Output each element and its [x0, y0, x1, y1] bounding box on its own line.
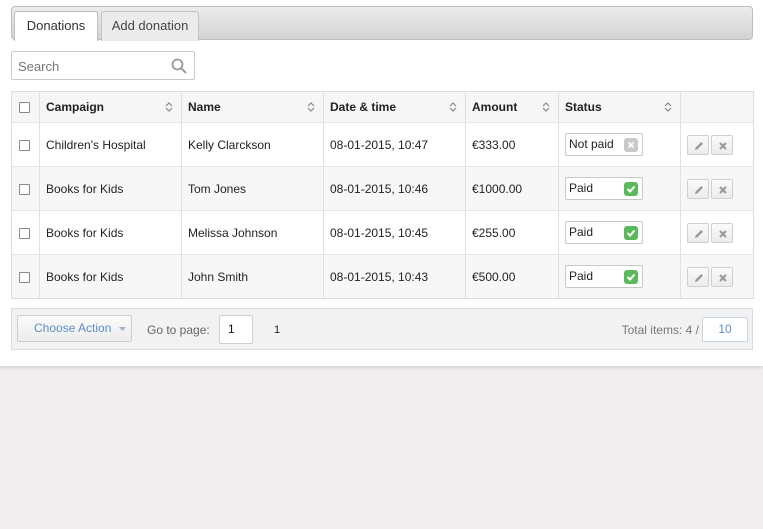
sort-icon[interactable] [542, 101, 550, 113]
row-checkbox[interactable] [19, 183, 30, 195]
cell-name: Tom Jones [181, 166, 324, 211]
choose-action-button[interactable]: Choose Action [17, 315, 132, 342]
total-items-label: Total items: 4 / [621, 323, 699, 337]
status-label: Not paid [569, 137, 614, 151]
status-select[interactable]: Paid [565, 177, 643, 200]
pencil-icon [695, 273, 703, 282]
tab-bar: Donations Add donation [11, 6, 753, 41]
sort-icon[interactable] [449, 101, 457, 113]
cell-datetime: 08-01-2015, 10:47 [323, 122, 466, 167]
cell-datetime: 08-01-2015, 10:45 [323, 210, 466, 255]
delete-button[interactable] [711, 266, 733, 287]
table-row: Books for Kids John Smith 08-01-2015, 10… [11, 254, 754, 299]
cell-name: John Smith [181, 254, 324, 299]
sort-icon[interactable] [307, 101, 315, 113]
table-row: Children's Hospital Kelly Clarckson 08-0… [11, 122, 754, 167]
status-label: Paid [569, 225, 594, 239]
status-label: Paid [569, 181, 594, 195]
cell-campaign: Books for Kids [39, 210, 182, 255]
column-header-actions [681, 92, 754, 123]
sort-icon[interactable] [664, 101, 672, 113]
not-paid-icon [624, 138, 638, 152]
close-icon [719, 185, 727, 194]
edit-button[interactable] [687, 266, 709, 287]
column-header-status[interactable]: Status [558, 91, 681, 123]
status-label: Paid [569, 269, 594, 283]
donations-table: Campaign Name Date & time Amount Status … [11, 91, 754, 299]
chevron-down-icon [119, 327, 126, 331]
page-number-input[interactable]: 1 [219, 315, 253, 344]
cell-campaign: Books for Kids [39, 254, 182, 299]
table-row: Books for Kids Melissa Johnson 08-01-201… [11, 210, 754, 255]
search-icon[interactable] [171, 58, 187, 74]
cell-name: Kelly Clarckson [181, 122, 324, 167]
items-per-page-select[interactable]: 10 [702, 317, 748, 342]
cell-amount: €255.00 [465, 210, 559, 255]
cell-amount: €1000.00 [465, 166, 559, 211]
cell-campaign: Books for Kids [39, 166, 182, 211]
delete-button[interactable] [711, 134, 733, 155]
close-icon [719, 229, 727, 238]
column-header-name[interactable]: Name [181, 91, 324, 123]
table-footer: Choose Action Go to page: 1 1 Total item… [11, 308, 753, 350]
column-header-amount[interactable]: Amount [465, 91, 559, 123]
row-checkbox[interactable] [19, 227, 30, 239]
select-all-cell [11, 91, 40, 123]
search-input[interactable] [18, 58, 168, 74]
cell-amount: €500.00 [465, 254, 559, 299]
sort-icon[interactable] [165, 101, 173, 113]
pencil-icon [695, 229, 703, 238]
edit-button[interactable] [687, 134, 709, 155]
close-icon [719, 141, 727, 150]
row-checkbox[interactable] [19, 271, 30, 283]
column-header-datetime[interactable]: Date & time [323, 91, 466, 123]
status-select[interactable]: Paid [565, 221, 643, 244]
column-label: Amount [472, 100, 518, 114]
table-row: Books for Kids Tom Jones 08-01-2015, 10:… [11, 166, 754, 211]
column-label: Campaign [46, 100, 105, 114]
cell-amount: €333.00 [465, 122, 559, 167]
delete-button[interactable] [711, 178, 733, 199]
status-select[interactable]: Not paid [565, 133, 643, 156]
select-all-checkbox[interactable] [19, 102, 30, 114]
choose-action-label: Choose Action [34, 321, 112, 335]
column-header-campaign[interactable]: Campaign [39, 91, 182, 123]
cell-name: Melissa Johnson [181, 210, 324, 255]
page-link[interactable]: 1 [274, 324, 280, 336]
pencil-icon [695, 141, 703, 150]
cell-campaign: Children's Hospital [39, 122, 182, 167]
column-label: Date & time [330, 100, 397, 114]
search-box [11, 51, 195, 80]
edit-button[interactable] [687, 222, 709, 243]
delete-button[interactable] [711, 222, 733, 243]
tab-add-donation[interactable]: Add donation [101, 11, 199, 41]
tab-donations[interactable]: Donations [14, 11, 98, 41]
row-checkbox[interactable] [19, 139, 30, 151]
goto-page-label: Go to page: [147, 323, 210, 337]
check-icon [624, 182, 638, 196]
cell-datetime: 08-01-2015, 10:43 [323, 254, 466, 299]
column-label: Name [188, 100, 221, 114]
column-label: Status [565, 100, 602, 114]
pencil-icon [695, 185, 703, 194]
table-header-row: Campaign Name Date & time Amount Status [11, 91, 754, 123]
donations-panel: Donations Add donation Campaign Name Dat… [0, 0, 763, 366]
check-icon [624, 226, 638, 240]
status-select[interactable]: Paid [565, 265, 643, 288]
check-icon [624, 270, 638, 284]
cell-datetime: 08-01-2015, 10:46 [323, 166, 466, 211]
close-icon [719, 273, 727, 282]
edit-button[interactable] [687, 178, 709, 199]
